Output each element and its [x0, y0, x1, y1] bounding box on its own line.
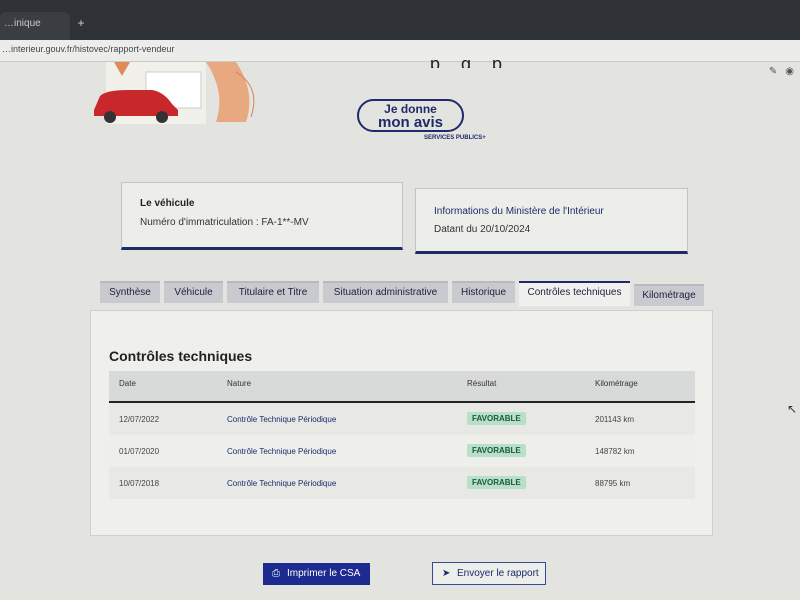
report-tabs: Synthèse Véhicule Titulaire et Titre Sit… — [100, 281, 710, 311]
illus-wheel-back — [156, 111, 168, 123]
tab-kilometrage[interactable]: Kilométrage — [634, 284, 704, 306]
panel-title: Contrôles techniques — [109, 348, 253, 364]
status-badge: FAVORABLE — [467, 476, 526, 489]
banner-cutoff-text: p g p — [430, 54, 511, 68]
ministry-card: Informations du Ministère de l'Intérieur… — [415, 188, 688, 254]
controles-panel: Contrôles techniques Date Nature Résulta… — [90, 310, 713, 536]
row-km: 201143 km — [595, 415, 634, 424]
send-label: Envoyer le rapport — [457, 568, 539, 579]
camera-icon[interactable]: ◉ — [785, 66, 794, 77]
table-row: 12/07/2022 Contrôle Technique Périodique… — [109, 403, 695, 435]
page-content: p g p Je donne mon avis SERVICES PUBLICS… — [0, 54, 800, 600]
url-text[interactable]: …interieur.gouv.fr/histovec/rapport-vend… — [2, 44, 174, 54]
row-nature: Contrôle Technique Périodique — [227, 415, 337, 424]
address-bar-icons: ✎ ◉ — [769, 66, 794, 77]
address-bar[interactable]: …interieur.gouv.fr/histovec/rapport-vend… — [0, 40, 800, 62]
table-row: 01/07/2020 Contrôle Technique Périodique… — [109, 435, 695, 467]
mouse-cursor-icon: ↖ — [787, 402, 798, 416]
new-tab-icon[interactable]: + — [74, 16, 88, 30]
row-nature: Contrôle Technique Périodique — [227, 479, 337, 488]
status-badge: FAVORABLE — [467, 412, 526, 425]
tab-historique[interactable]: Historique — [452, 281, 515, 303]
col-date: Date — [119, 379, 136, 388]
send-arrow-icon: ➤ — [442, 568, 451, 579]
print-label: Imprimer le CSA — [287, 568, 361, 579]
browser-tab[interactable]: …inique — [0, 12, 70, 40]
illus-wheel-front — [104, 111, 116, 123]
browser-window: …inique + …interieur.gouv.fr/histovec/ra… — [0, 0, 800, 600]
table-header: Date Nature Résultat Kilométrage — [109, 371, 695, 403]
controles-table: Date Nature Résultat Kilométrage 12/07/2… — [109, 371, 695, 499]
tab-titulaire[interactable]: Titulaire et Titre — [227, 281, 319, 303]
row-date: 01/07/2020 — [119, 447, 160, 456]
send-report-button[interactable]: ➤ Envoyer le rapport — [432, 562, 546, 585]
ministry-date-text: Datant du 20/10/2024 — [434, 224, 531, 235]
tab-synthese[interactable]: Synthèse — [100, 281, 160, 303]
row-date: 12/07/2022 — [119, 415, 160, 424]
print-csa-button[interactable]: ⎙ Imprimer le CSA — [263, 563, 370, 585]
plate-number-text: Numéro d'immatriculation : FA-1**-MV — [140, 217, 309, 228]
tab-situation-administrative[interactable]: Situation administrative — [323, 281, 448, 303]
ministry-card-title: Informations du Ministère de l'Intérieur — [434, 206, 604, 217]
car-illustration — [94, 62, 255, 124]
avis-line2: mon avis — [377, 114, 444, 131]
vehicle-card: Le véhicule Numéro d'immatriculation : F… — [121, 182, 403, 250]
services-publics-logo: SERVICES PUBLICS+ — [424, 135, 486, 141]
edit-icon[interactable]: ✎ — [769, 66, 777, 77]
row-nature: Contrôle Technique Périodique — [227, 447, 337, 456]
browser-tab-strip: …inique + — [0, 0, 800, 40]
vehicle-card-title: Le véhicule — [140, 198, 195, 209]
printer-icon: ⎙ — [272, 568, 280, 579]
tab-vehicule[interactable]: Véhicule — [164, 281, 223, 303]
tab-controles-techniques[interactable]: Contrôles techniques — [519, 281, 630, 306]
row-km: 148782 km — [595, 447, 635, 456]
je-donne-mon-avis-button[interactable]: Je donne mon avis — [357, 99, 464, 132]
status-badge: FAVORABLE — [467, 444, 526, 457]
col-resultat: Résultat — [467, 379, 497, 388]
table-row: 10/07/2018 Contrôle Technique Périodique… — [109, 467, 695, 499]
col-nature: Nature — [227, 379, 252, 388]
row-date: 10/07/2018 — [119, 479, 160, 488]
row-km: 88795 km — [595, 479, 631, 488]
col-kilometrage: Kilométrage — [595, 379, 638, 388]
illus-person — [206, 62, 250, 122]
